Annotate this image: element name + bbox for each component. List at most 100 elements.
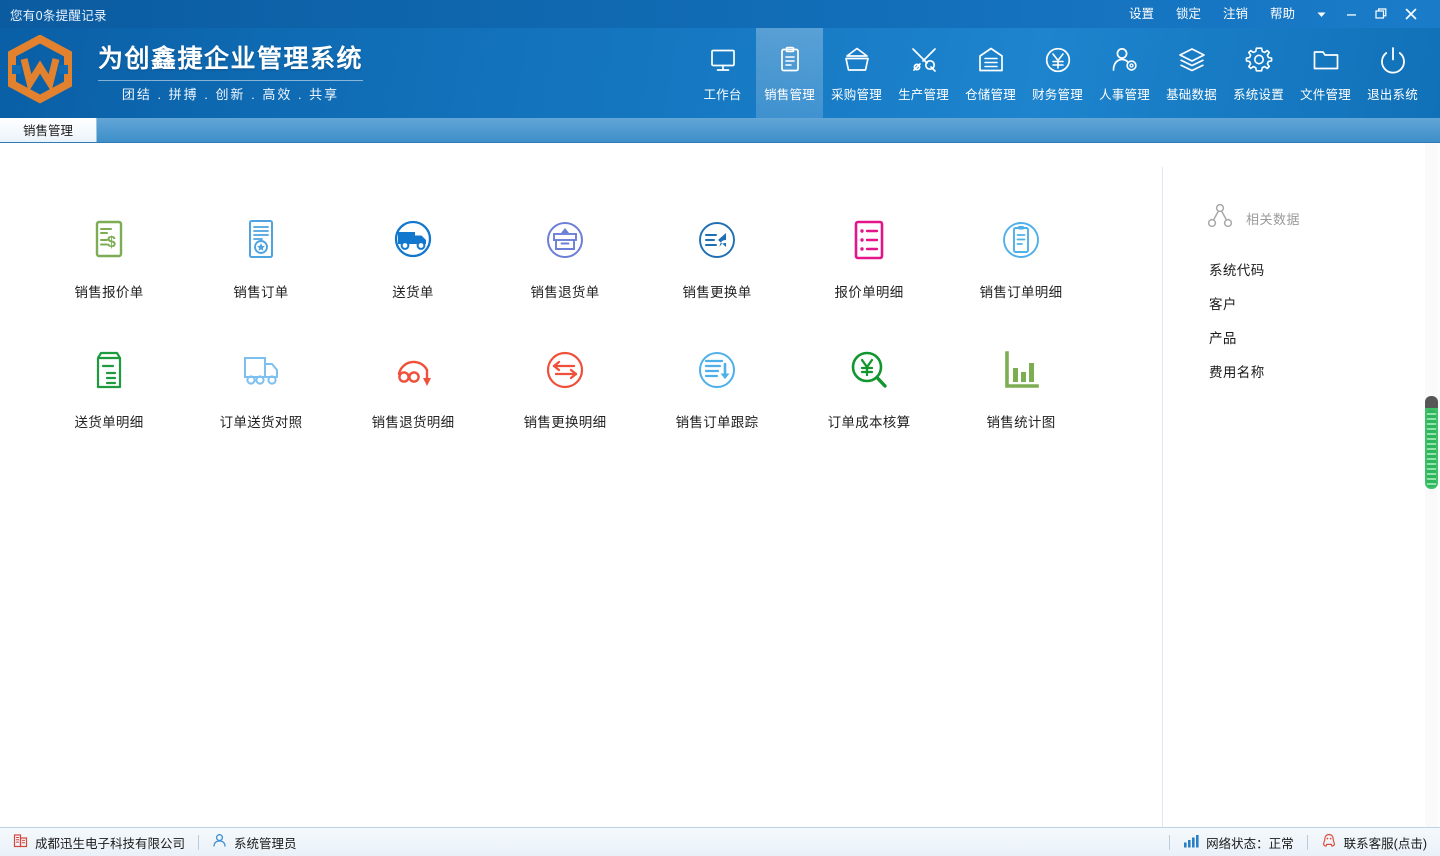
clipboard-icon <box>775 43 805 77</box>
svg-text:$: $ <box>107 234 116 251</box>
reminder-notice: 您有0条提醒记录 <box>10 8 107 23</box>
nav-item-purchase[interactable]: 采购管理 <box>823 28 890 118</box>
person-icon <box>212 833 227 851</box>
sidebar-link-customer[interactable]: 客户 <box>1207 286 1440 320</box>
titlebar-help[interactable]: 帮助 <box>1259 0 1306 28</box>
quote-detail-list-icon <box>840 211 898 269</box>
tab-sales-management[interactable]: 销售管理 <box>0 117 97 142</box>
nav-label: 基础数据 <box>1166 88 1217 102</box>
status-user: 系统管理员 <box>199 828 310 856</box>
module-label: 销售报价单 <box>74 285 144 300</box>
module-sales-order[interactable]: 销售订单 <box>185 205 337 307</box>
status-network-label: 网络状态：正常 <box>1206 836 1294 851</box>
nav-item-basedata[interactable]: 基础数据 <box>1158 28 1225 118</box>
layers-icon <box>1177 43 1207 77</box>
sidebar-link-product[interactable]: 产品 <box>1207 320 1440 354</box>
nav-item-exit[interactable]: 退出系统 <box>1359 28 1426 118</box>
module-sales-order-tracking[interactable]: 销售订单跟踪 <box>641 335 793 437</box>
hexagon-w-logo <box>8 35 72 104</box>
related-data-header: 相关数据 <box>1207 203 1440 234</box>
module-delivery-note[interactable]: 送货单 <box>337 205 489 307</box>
module-quotation-detail[interactable]: 报价单明细 <box>793 205 945 307</box>
minimize-icon[interactable] <box>1336 0 1366 28</box>
module-order-delivery-compare[interactable]: 订单送货对照 <box>185 335 337 437</box>
status-support-label: 联系客服(点击) <box>1343 836 1427 851</box>
status-bar: 成都迅生电子科技有限公司 系统管理员 网络状态：正常 联系客服(点击) <box>0 827 1440 856</box>
status-network: 网络状态：正常 <box>1170 828 1307 856</box>
exchange-arrow-icon <box>688 211 746 269</box>
module-label: 销售更换单 <box>682 285 752 300</box>
vertical-scrollbar-thumb[interactable] <box>1425 396 1438 489</box>
nav-label: 生产管理 <box>898 88 949 102</box>
module-grid: $ 销售报价单 销售订单 送货单 销售退货单 销售更换单 报价单明细 销售订单明… <box>0 205 1162 437</box>
nav-item-finance[interactable]: 财务管理 <box>1024 28 1091 118</box>
sidebar-link-expense-name[interactable]: 费用名称 <box>1207 354 1440 388</box>
module-sales-return-detail[interactable]: 销售退货明细 <box>337 335 489 437</box>
building-icon <box>13 833 28 851</box>
app-title: 为创鑫捷企业管理系统 <box>98 45 364 73</box>
module-sales-exchange[interactable]: 销售更换单 <box>641 205 793 307</box>
titlebar-actions: 设置 锁定 注销 帮助 <box>1118 0 1426 28</box>
return-detail-icon <box>384 341 442 399</box>
module-sales-chart[interactable]: 销售统计图 <box>945 335 1097 437</box>
close-icon[interactable] <box>1396 0 1426 28</box>
module-label: 送货单 <box>392 285 434 300</box>
signal-bars-icon <box>1183 834 1199 851</box>
module-order-cost-accounting[interactable]: 订单成本核算 <box>793 335 945 437</box>
module-delivery-detail[interactable]: 送货单明细 <box>33 335 185 437</box>
qq-penguin-icon <box>1321 833 1337 852</box>
titlebar: 您有0条提醒记录 设置 锁定 注销 帮助 <box>0 0 1440 28</box>
nav-label: 退出系统 <box>1367 88 1418 102</box>
content-area: $ 销售报价单 销售订单 送货单 销售退货单 销售更换单 报价单明细 销售订单明… <box>0 143 1440 827</box>
exchange-detail-icon <box>536 341 594 399</box>
nav-item-syssettings[interactable]: 系统设置 <box>1225 28 1292 118</box>
nav-item-warehouse[interactable]: 仓储管理 <box>957 28 1024 118</box>
titlebar-logout[interactable]: 注销 <box>1212 0 1259 28</box>
module-label: 订单成本核算 <box>827 415 911 430</box>
nav-label: 工作台 <box>703 88 742 102</box>
status-user-label: 系统管理员 <box>234 836 297 851</box>
nav-item-production[interactable]: 生产管理 <box>890 28 957 118</box>
module-label: 销售订单明细 <box>979 285 1063 300</box>
node-network-icon <box>1207 203 1233 234</box>
folder-icon <box>1311 43 1341 77</box>
titlebar-lock[interactable]: 锁定 <box>1165 0 1212 28</box>
basket-icon <box>842 43 872 77</box>
module-label: 销售退货明细 <box>371 415 455 430</box>
nav-item-files[interactable]: 文件管理 <box>1292 28 1359 118</box>
quote-document-icon: $ <box>80 211 138 269</box>
dropdown-arrow-icon[interactable] <box>1306 0 1336 28</box>
order-delivery-compare-icon <box>232 341 290 399</box>
warehouse-icon <box>976 43 1006 77</box>
nav-label: 文件管理 <box>1300 88 1351 102</box>
scrollbar-grip <box>1427 410 1436 487</box>
nav-item-workbench[interactable]: 工作台 <box>689 28 756 118</box>
app-slogan: 团结 . 拼搏 . 创新 . 高效 . 共享 <box>121 87 340 102</box>
nav-label: 仓储管理 <box>965 88 1016 102</box>
user-gear-icon <box>1110 43 1140 77</box>
module-sales-order-detail[interactable]: 销售订单明细 <box>945 205 1097 307</box>
status-support[interactable]: 联系客服(点击) <box>1308 828 1440 856</box>
tools-icon <box>909 43 939 77</box>
titlebar-settings[interactable]: 设置 <box>1118 0 1165 28</box>
module-sales-exchange-detail[interactable]: 销售更换明细 <box>489 335 641 437</box>
sidebar-link-system-code[interactable]: 系统代码 <box>1207 252 1440 286</box>
maximize-restore-icon[interactable] <box>1366 0 1396 28</box>
app-logo <box>0 28 80 118</box>
yuan-circle-icon <box>1043 43 1073 77</box>
nav-item-hr[interactable]: 人事管理 <box>1091 28 1158 118</box>
module-label: 销售统计图 <box>986 415 1056 430</box>
related-data-title: 相关数据 <box>1246 212 1301 227</box>
tab-strip: 销售管理 <box>0 117 1440 143</box>
module-grid-pane: $ 销售报价单 销售订单 送货单 销售退货单 销售更换单 报价单明细 销售订单明… <box>0 143 1162 827</box>
module-label: 订单送货对照 <box>219 415 303 430</box>
nav-item-sales[interactable]: 销售管理 <box>756 28 823 118</box>
module-label: 销售订单 <box>233 285 289 300</box>
module-sales-quotation[interactable]: $ 销售报价单 <box>33 205 185 307</box>
module-sales-return[interactable]: 销售退货单 <box>489 205 641 307</box>
nav-label: 财务管理 <box>1032 88 1083 102</box>
cost-accounting-icon <box>840 341 898 399</box>
app-header: 为创鑫捷企业管理系统 团结 . 拼搏 . 创新 . 高效 . 共享 工作台 销售… <box>0 28 1440 118</box>
module-label: 销售订单跟踪 <box>675 415 759 430</box>
delivery-detail-icon <box>80 341 138 399</box>
